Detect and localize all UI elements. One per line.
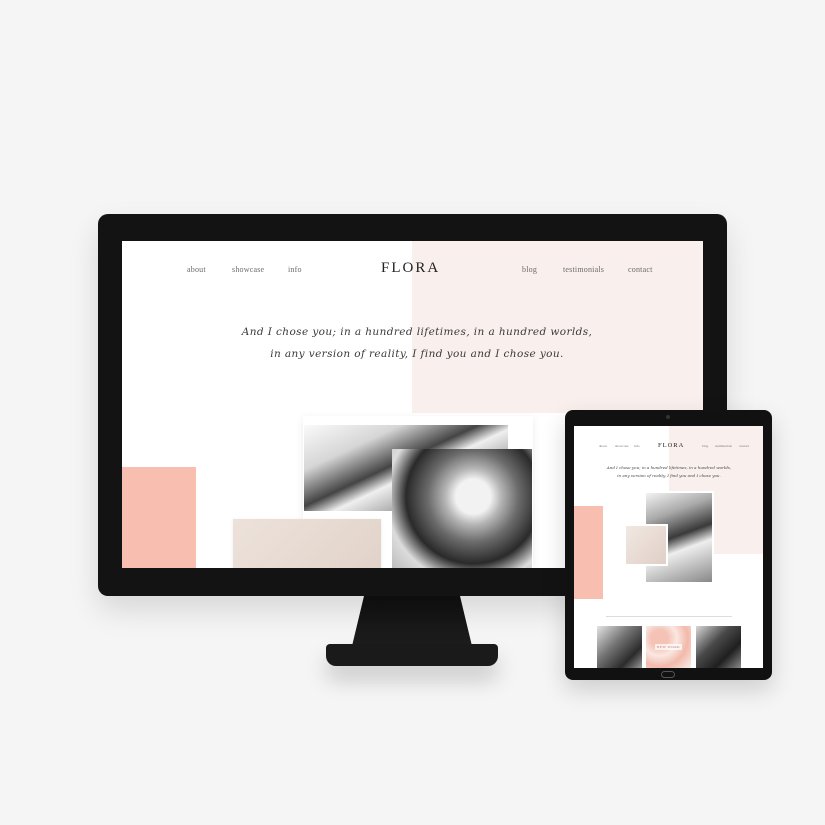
- coral-accent-block: [122, 467, 196, 568]
- tablet-thumb-bride[interactable]: [696, 626, 741, 668]
- monitor-stand-base: [326, 644, 498, 666]
- tablet-nav-info[interactable]: info: [634, 444, 640, 448]
- paper-texture-block: [233, 519, 381, 568]
- bride-photo: [392, 449, 532, 568]
- tablet-nav-showcase[interactable]: showcase: [615, 444, 628, 448]
- script-quote-line-2: in any version of reality, I find you an…: [270, 348, 564, 360]
- tablet-divider: [606, 616, 732, 617]
- site-logo[interactable]: FLORA: [381, 260, 440, 277]
- tablet-site-logo[interactable]: FLORA: [658, 442, 684, 449]
- tablet-nav-about[interactable]: about: [599, 444, 607, 448]
- nav-blog[interactable]: blog: [522, 265, 537, 274]
- tablet-thumb-groom[interactable]: [597, 626, 642, 668]
- thumb-caption: NEW WORK: [654, 644, 683, 650]
- tablet-thumb-floral[interactable]: NEW WORK: [646, 626, 691, 668]
- monitor-stand-neck: [352, 596, 472, 646]
- script-quote: And I chose you; in a hundred lifetimes,…: [182, 321, 652, 365]
- camera-icon: [666, 415, 670, 419]
- nav-showcase[interactable]: showcase: [232, 265, 264, 274]
- tablet-coral-block: [574, 506, 603, 599]
- script-quote-line-1: And I chose you; in a hundred lifetimes,…: [241, 326, 593, 338]
- tablet-screen: about showcase info FLORA blog testimoni…: [574, 426, 763, 668]
- nav-contact[interactable]: contact: [628, 265, 653, 274]
- tablet-nav-blog[interactable]: blog: [702, 444, 708, 448]
- tablet-script-line-1: And I chose you; in a hundred lifetimes,…: [606, 465, 732, 470]
- nav-about[interactable]: about: [187, 265, 206, 274]
- nav-testimonials[interactable]: testimonials: [563, 265, 604, 274]
- tablet-detail-photo: [624, 524, 668, 566]
- tablet-nav-contact[interactable]: contact: [739, 444, 749, 448]
- tablet-device: about showcase info FLORA blog testimoni…: [565, 410, 772, 680]
- tablet-script-line-2: in any version of reality, I find you an…: [617, 473, 721, 478]
- tablet-script-quote: And I chose you; in a hundred lifetimes,…: [604, 464, 734, 480]
- home-button-icon[interactable]: [661, 671, 675, 678]
- nav-info[interactable]: info: [288, 265, 302, 274]
- tablet-nav-testimonials[interactable]: testimonials: [715, 444, 732, 448]
